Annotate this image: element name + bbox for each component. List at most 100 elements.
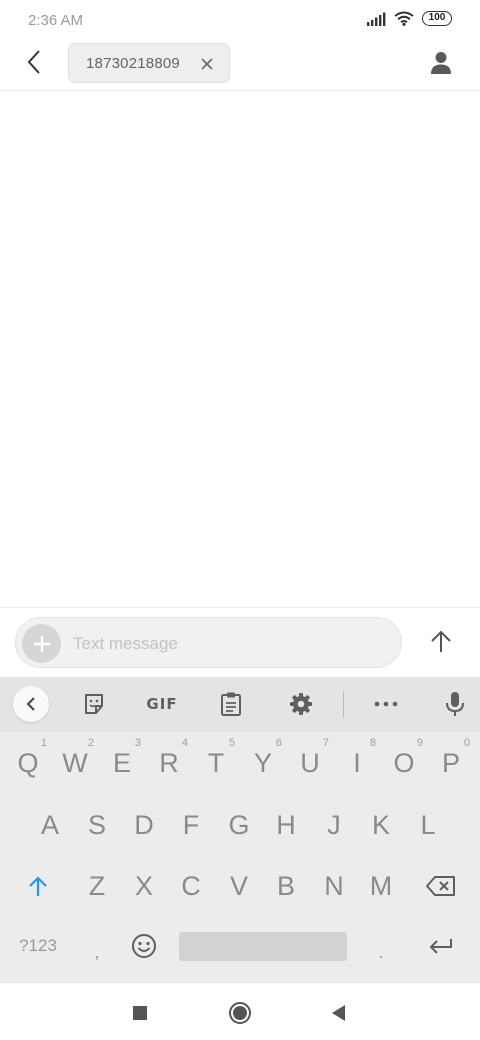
key-label: Y xyxy=(253,747,272,778)
add-attachment-button[interactable] xyxy=(22,624,61,663)
key-v[interactable]: V xyxy=(215,858,263,914)
sticker-button[interactable] xyxy=(80,691,108,717)
key-label: E xyxy=(112,747,131,778)
key-label: O xyxy=(393,747,415,778)
key-z[interactable]: Z xyxy=(73,858,121,914)
toolbar-divider xyxy=(343,691,344,718)
status-icons: 100 xyxy=(366,11,452,26)
square-icon xyxy=(133,1006,147,1020)
comma-key[interactable]: , xyxy=(73,918,121,974)
key-f[interactable]: F xyxy=(167,797,215,853)
key-n[interactable]: N xyxy=(310,858,358,914)
triangle-back-icon xyxy=(332,1005,345,1021)
key-l[interactable]: L xyxy=(404,797,452,853)
clipboard-button[interactable] xyxy=(218,691,244,717)
key-hint: 9 xyxy=(416,737,423,749)
key-a[interactable]: A xyxy=(26,797,74,853)
key-t[interactable]: T5 xyxy=(192,735,240,791)
key-y[interactable]: Y6 xyxy=(239,735,287,791)
space-key[interactable] xyxy=(179,932,347,961)
gif-label: GIF xyxy=(146,695,178,713)
key-u[interactable]: U7 xyxy=(286,735,334,791)
period-key[interactable]: . xyxy=(357,918,405,974)
symbols-key[interactable]: ?123 xyxy=(8,918,68,974)
key-e[interactable]: E3 xyxy=(98,735,146,791)
shift-key[interactable] xyxy=(14,858,62,914)
message-list xyxy=(0,92,480,607)
keyboard-toolbar: GIF xyxy=(0,677,480,732)
gif-button[interactable]: GIF xyxy=(143,691,181,717)
shift-arrow-icon xyxy=(29,876,47,896)
settings-button[interactable] xyxy=(288,691,314,717)
key-k[interactable]: K xyxy=(357,797,405,853)
compose-area xyxy=(0,607,480,677)
sticker-icon xyxy=(85,694,103,714)
gear-icon xyxy=(290,693,312,715)
person-icon[interactable] xyxy=(428,50,454,76)
key-q[interactable]: Q1 xyxy=(4,735,52,791)
key-r[interactable]: R4 xyxy=(145,735,193,791)
key-i[interactable]: I8 xyxy=(333,735,381,791)
key-label: U xyxy=(300,747,320,778)
message-input[interactable] xyxy=(73,634,373,654)
key-label: I xyxy=(353,747,361,778)
key-hint: 2 xyxy=(87,737,94,749)
key-s[interactable]: S xyxy=(73,797,121,853)
key-label: P xyxy=(441,747,460,778)
key-c[interactable]: C xyxy=(167,858,215,914)
key-row-2: A S D F G H J K L xyxy=(0,797,480,853)
enter-key[interactable] xyxy=(417,918,465,974)
emoji-key[interactable] xyxy=(120,918,168,974)
key-label: Q xyxy=(17,747,39,778)
close-icon[interactable] xyxy=(199,56,215,72)
backspace-key[interactable] xyxy=(417,858,465,914)
arrow-up-icon[interactable] xyxy=(428,629,454,655)
navigation-bar xyxy=(0,982,480,1040)
key-row-1: Q1 W2 E3 R4 T5 Y6 U7 I8 O9 P0 xyxy=(0,735,480,791)
key-x[interactable]: X xyxy=(120,858,168,914)
enter-icon xyxy=(429,939,452,954)
key-b[interactable]: B xyxy=(262,858,310,914)
emoji-icon xyxy=(132,934,156,958)
key-j[interactable]: J xyxy=(310,797,358,853)
more-horizontal-icon xyxy=(374,701,398,707)
key-hint: 5 xyxy=(228,737,235,749)
key-hint: 4 xyxy=(181,737,188,749)
key-d[interactable]: D xyxy=(120,797,168,853)
recipient-chip[interactable]: 18730218809 xyxy=(68,43,230,83)
status-time: 2:36 AM xyxy=(28,12,84,29)
key-hint: 0 xyxy=(463,737,470,749)
key-p[interactable]: P0 xyxy=(427,735,475,791)
key-label: T xyxy=(207,747,225,778)
key-hint: 3 xyxy=(134,737,141,749)
key-m[interactable]: M xyxy=(357,858,405,914)
key-hint: 1 xyxy=(40,737,47,749)
back-nav-button[interactable] xyxy=(325,1000,351,1026)
key-h[interactable]: H xyxy=(262,797,310,853)
keyboard-collapse-button[interactable] xyxy=(13,686,49,722)
clipboard-icon xyxy=(221,692,241,716)
more-button[interactable] xyxy=(372,691,400,717)
conversation-header: 18730218809 xyxy=(0,40,480,91)
back-button[interactable] xyxy=(18,46,50,78)
microphone-icon xyxy=(446,692,464,716)
status-bar: 2:36 AM 100 xyxy=(0,0,480,40)
key-label: W xyxy=(62,747,88,778)
wifi-icon xyxy=(394,11,414,26)
recents-button[interactable] xyxy=(127,1000,153,1026)
recipient-number: 18730218809 xyxy=(86,54,180,72)
key-o[interactable]: O9 xyxy=(380,735,428,791)
key-hint: 7 xyxy=(322,737,329,749)
key-w[interactable]: W2 xyxy=(51,735,99,791)
home-button[interactable] xyxy=(227,1000,253,1026)
compose-box xyxy=(15,617,402,668)
keyboard: G I F Q 1 W 2 E 3 R 4 T 5 Y 6 U 7 I 8 O 9 … xyxy=(0,677,480,982)
circle-icon xyxy=(229,1002,251,1024)
key-row-3: Z X C V B N M xyxy=(0,858,480,914)
battery-icon: 100 xyxy=(422,11,452,26)
key-g[interactable]: G xyxy=(215,797,263,853)
voice-input-button[interactable] xyxy=(442,691,468,717)
key-hint: 8 xyxy=(369,737,376,749)
key-row-4: ?123 , . xyxy=(0,918,480,974)
key-label: R xyxy=(159,747,179,778)
